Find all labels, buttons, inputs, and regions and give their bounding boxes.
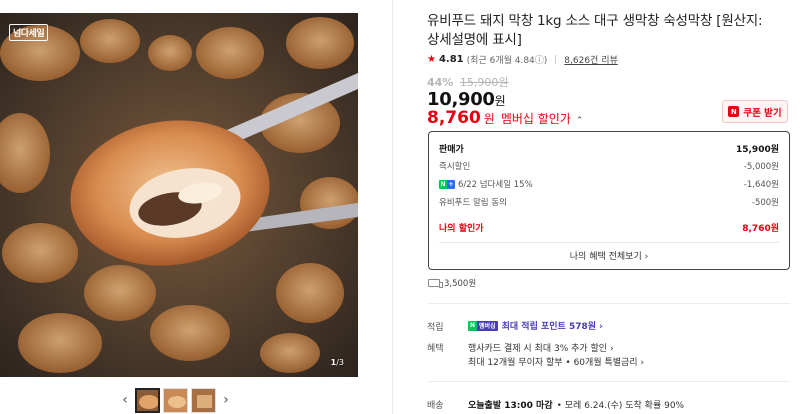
- divider: [439, 242, 779, 243]
- npay-icon: N +: [439, 179, 455, 189]
- price-row-sale: N + 6/22 넘다세일 15% -1,640원: [439, 178, 779, 190]
- sale-price: 10,900원: [427, 89, 506, 110]
- main-product-photo[interactable]: 넘다세일 1/3: [0, 13, 358, 377]
- thumbnail-1[interactable]: [135, 387, 160, 413]
- thumbnail-2[interactable]: [163, 387, 188, 413]
- my-price-row: 나의 할인가 8,760원: [439, 221, 779, 234]
- discount-rate: 44%: [427, 76, 454, 89]
- coupon-button[interactable]: N 쿠폰 받기: [722, 100, 788, 123]
- thumbnail-3[interactable]: [191, 387, 216, 413]
- shipping-info: 오늘출발 13:00 마감 • 모레 6.24.(수) 도착 확률 90%: [468, 398, 684, 411]
- photo-counter: 1/3: [330, 358, 344, 367]
- product-title: 유비푸드 돼지 막창 1kg 소스 대구 생막창 숙성막창 [원산지: 상세설명…: [427, 13, 763, 48]
- divider: [428, 381, 790, 382]
- original-price: 15,900원: [459, 76, 509, 89]
- points-row[interactable]: N 멤버십 최대 적립 포인트 578원 ›: [468, 319, 603, 332]
- price-row-label: 즉시할인: [439, 162, 471, 172]
- discount-row: 44% 15,900원: [427, 74, 508, 90]
- coupon-button-label: 쿠폰 받기: [743, 107, 782, 119]
- price-row-alert: 유비푸드 알림 동의 -500원: [439, 196, 779, 208]
- chevron-up-icon: ⌃: [575, 116, 584, 126]
- price-row-label: 6/22 넘다세일 15%: [458, 180, 533, 190]
- shipping-label: 배송: [427, 401, 444, 411]
- brand-badge: 넘다세일: [9, 24, 49, 41]
- shipping-cutoff: 오늘출발 13:00 마감: [468, 401, 553, 411]
- product-gallery: 넘다세일 1/3 ‹ ›: [0, 0, 400, 414]
- rating-recent[interactable]: (최근 6개월 4.84ⓘ): [467, 53, 548, 66]
- price-row-value: -5,000원: [743, 162, 779, 172]
- delivery-fee-row: 3,500원: [428, 277, 476, 289]
- price-row-label: 판매가: [439, 145, 464, 155]
- rating-score: 4.81: [438, 54, 464, 65]
- thumbnail-strip: ‹ ›: [118, 386, 243, 414]
- my-price-value: 8,760원: [742, 224, 779, 234]
- member-price-row[interactable]: 8,760 원 멤버십 할인가 ⌃: [427, 108, 583, 128]
- all-benefits-link[interactable]: 나의 혜택 전체보기 ›: [429, 249, 789, 262]
- member-price-value: 8,760: [427, 108, 481, 128]
- star-icon: ★: [427, 54, 436, 65]
- chevron-right-icon[interactable]: ›: [219, 390, 233, 410]
- column-divider: [392, 0, 393, 414]
- points-link[interactable]: 최대 적립 포인트 578원 ›: [502, 319, 603, 332]
- rating-row: ★ 4.81 (최근 6개월 4.84ⓘ) 8,626건 리뷰: [427, 53, 618, 66]
- price-breakdown-box: 판매가 15,900원 즉시할인 -5,000원 N + 6/22 넘다세일 15…: [428, 131, 790, 270]
- separator: [555, 55, 557, 64]
- member-price-unit: 원: [483, 112, 495, 126]
- divider: [428, 303, 790, 304]
- sale-price-value: 10,900: [427, 89, 495, 110]
- sale-price-unit: 원: [494, 94, 506, 108]
- price-row-list: 판매가 15,900원: [439, 142, 779, 155]
- grilled-makchang-photo: [0, 13, 358, 377]
- benefit-installment-link[interactable]: 최대 12개월 무이자 할부 • 60개월 특별금리 ›: [468, 355, 644, 368]
- benefit-label: 혜택: [427, 344, 444, 354]
- price-row-label: 유비푸드 알림 동의: [439, 198, 507, 208]
- points-label: 적립: [427, 323, 444, 333]
- delivery-fee: 3,500원: [444, 279, 477, 289]
- chevron-left-icon[interactable]: ‹: [118, 390, 132, 410]
- benefit-card-link[interactable]: 행사카드 결제 시 최대 3% 추가 할인 ›: [468, 341, 614, 354]
- price-row-value: 15,900원: [735, 145, 779, 155]
- membership-badge: N 멤버십: [468, 320, 498, 331]
- naver-n-icon: N: [728, 106, 740, 117]
- shipping-eta: • 모레 6.24.(수) 도착 확률 90%: [556, 401, 685, 411]
- price-row-value: -500원: [751, 198, 779, 208]
- review-count-link[interactable]: 8,626건 리뷰: [564, 53, 617, 66]
- my-price-label: 나의 할인가: [439, 224, 484, 234]
- member-price-label: 멤버십 할인가: [500, 112, 571, 126]
- price-row-value: -1,640원: [743, 180, 779, 190]
- price-row-instant: 즉시할인 -5,000원: [439, 160, 779, 172]
- truck-icon: [428, 279, 443, 288]
